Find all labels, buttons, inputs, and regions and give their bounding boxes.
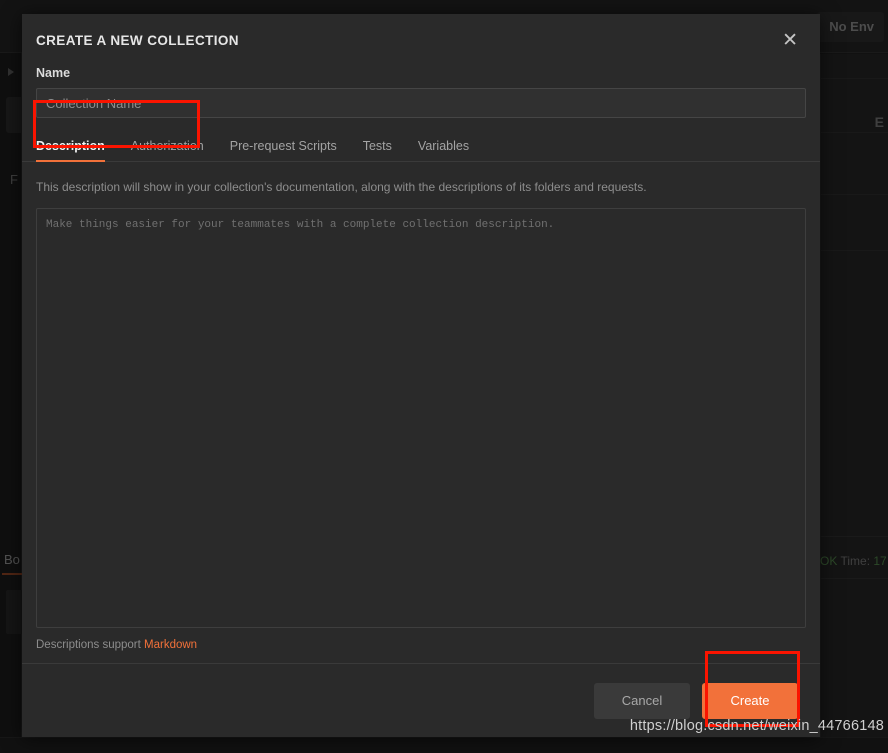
markdown-note: Descriptions support Markdown: [36, 628, 806, 663]
description-hint: This description will show in your colle…: [36, 180, 647, 194]
close-icon[interactable]: ✕: [778, 29, 802, 52]
tab-authorization[interactable]: Authorization: [131, 139, 204, 161]
name-section: Name: [22, 66, 820, 118]
cancel-button[interactable]: Cancel: [594, 682, 690, 719]
markdown-link[interactable]: Markdown: [144, 639, 197, 651]
name-label: Name: [36, 66, 71, 80]
collection-name-input[interactable]: [36, 88, 806, 118]
modal-footer: Cancel Create: [22, 663, 820, 737]
modal-title: CREATE A NEW COLLECTION: [36, 32, 239, 48]
create-button[interactable]: Create: [702, 682, 798, 719]
app-root: No Env F Bo E OK Time: 17: [0, 0, 888, 753]
modal-tabs: Description Authorization Pre-request Sc…: [22, 132, 820, 162]
tab-description[interactable]: Description: [36, 139, 105, 162]
tab-tests[interactable]: Tests: [363, 139, 392, 161]
description-textarea[interactable]: [36, 208, 806, 628]
markdown-note-text: Descriptions support: [36, 639, 141, 651]
modal-body: Name Description Authorization Pre-reque…: [22, 66, 820, 663]
description-pane: This description will show in your colle…: [22, 162, 820, 663]
create-collection-modal: CREATE A NEW COLLECTION ✕ Name Descripti…: [22, 14, 820, 737]
tab-variables[interactable]: Variables: [418, 139, 469, 161]
modal-header: CREATE A NEW COLLECTION ✕: [22, 14, 820, 66]
tab-pre-request-scripts[interactable]: Pre-request Scripts: [230, 139, 337, 161]
